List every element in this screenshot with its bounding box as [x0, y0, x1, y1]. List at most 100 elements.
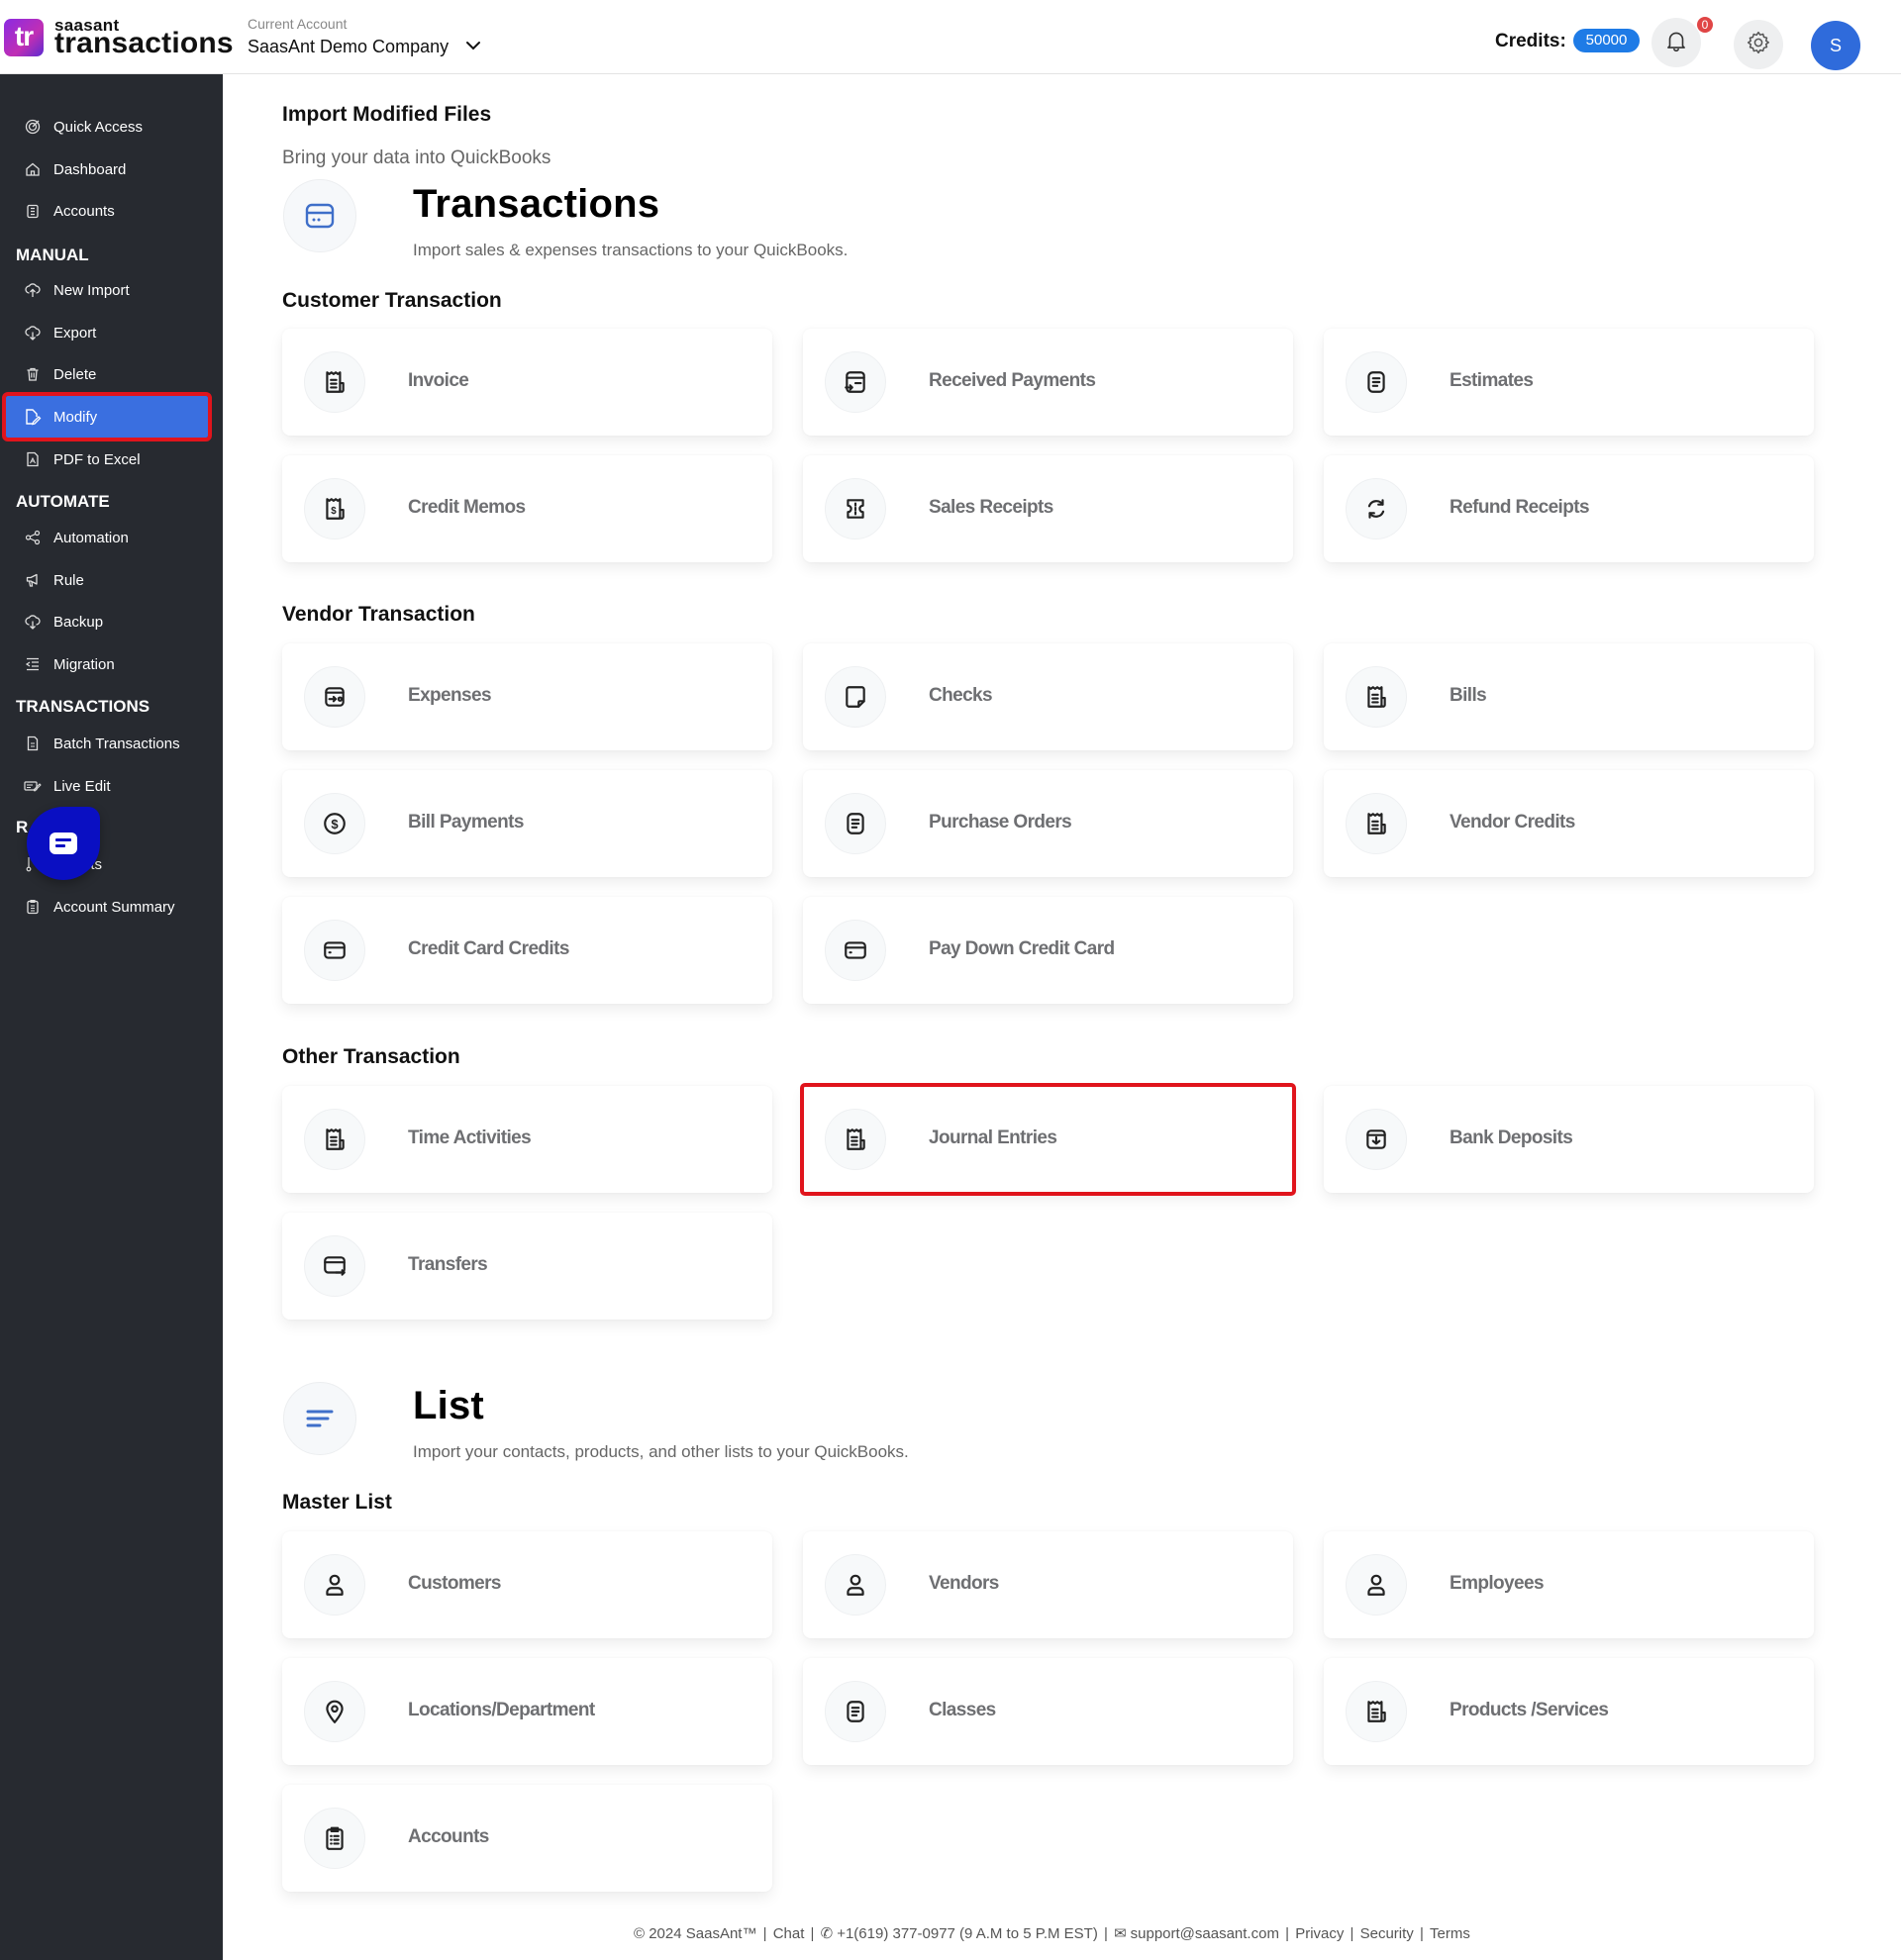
- card-label: Credit Memos: [408, 497, 526, 518]
- credits-badge: 50000: [1573, 29, 1640, 52]
- sidebar-item-dashboard[interactable]: Dashboard: [0, 151, 223, 187]
- card-refund-receipts[interactable]: Refund Receipts: [1324, 455, 1814, 562]
- transactions-description: Import sales & expenses transactions to …: [413, 241, 849, 259]
- card-label: Expenses: [408, 685, 492, 706]
- card-label: Checks: [929, 685, 993, 706]
- sidebar-item-account-summary[interactable]: Account Summary: [0, 889, 223, 925]
- wallet-arrow-icon: [304, 666, 365, 728]
- card-label: Accounts: [408, 1826, 489, 1847]
- sidebar-item-rule[interactable]: Rule: [0, 562, 223, 598]
- chat-widget-button[interactable]: [27, 807, 100, 880]
- card-vendors[interactable]: Vendors: [803, 1531, 1293, 1638]
- footer-chat-link[interactable]: Chat: [773, 1925, 805, 1942]
- footer-terms-link[interactable]: Terms: [1430, 1925, 1470, 1942]
- document-lines-icon: [825, 793, 886, 854]
- card-time-activities[interactable]: Time Activities: [282, 1086, 772, 1193]
- card-label: Classes: [929, 1700, 996, 1720]
- card-label: Estimates: [1450, 370, 1534, 391]
- list-description: Import your contacts, products, and othe…: [413, 1442, 909, 1461]
- card-purchase-orders[interactable]: Purchase Orders: [803, 770, 1293, 877]
- card-bank-deposits[interactable]: Bank Deposits: [1324, 1086, 1814, 1193]
- sidebar-item-new-import[interactable]: New Import: [0, 272, 223, 308]
- page-subtitle: Bring your data into QuickBooks: [282, 147, 551, 168]
- receipt-dollar-icon: $: [304, 478, 365, 539]
- sidebar-item-backup[interactable]: Backup: [0, 604, 223, 639]
- sidebar-item-modify[interactable]: Modify: [2, 392, 212, 441]
- card-vendor-credits[interactable]: Vendor Credits: [1324, 770, 1814, 877]
- card-employees[interactable]: Employees: [1324, 1531, 1814, 1638]
- top-header: tr saasant transactions Current Account …: [0, 0, 1901, 74]
- chat-icon: [50, 833, 77, 854]
- card-label: Bills: [1450, 685, 1487, 706]
- card-products-services[interactable]: Products /Services: [1324, 1658, 1814, 1765]
- receipt-icon: [304, 1109, 365, 1170]
- card-credit-memos[interactable]: $ Credit Memos: [282, 455, 772, 562]
- card-locations-department[interactable]: Locations/Department: [282, 1658, 772, 1765]
- sidebar-item-migration[interactable]: Migration: [0, 646, 223, 682]
- footer: © 2024 SaasAnt™ | Chat | ✆ +1(619) 377-09…: [634, 1925, 1470, 1942]
- card-bills[interactable]: Bills: [1324, 643, 1814, 750]
- sidebar-item-live-edit[interactable]: Live Edit: [0, 768, 223, 804]
- card-customers[interactable]: Customers: [282, 1531, 772, 1638]
- chevron-down-icon[interactable]: [463, 36, 483, 55]
- sidebar-item-export[interactable]: Export: [0, 315, 223, 350]
- svg-text:$: $: [331, 506, 337, 517]
- card-sales-receipts[interactable]: Sales Receipts: [803, 455, 1293, 562]
- user-icon: [825, 1554, 886, 1616]
- page-title: Import Modified Files: [282, 103, 492, 126]
- card-label: Vendors: [929, 1573, 999, 1594]
- user-avatar[interactable]: S: [1811, 21, 1860, 70]
- card-label: Refund Receipts: [1450, 497, 1590, 518]
- home-icon: [24, 160, 42, 178]
- transactions-title: Transactions: [413, 182, 660, 226]
- target-icon: [24, 118, 42, 136]
- sidebar-section-transactions: TRANSACTIONS: [16, 697, 150, 716]
- notification-count-badge: 0: [1697, 17, 1713, 33]
- sidebar-section-automate: AUTOMATE: [16, 492, 110, 511]
- credit-card-icon: [283, 179, 356, 252]
- sidebar-item-automation[interactable]: Automation: [0, 520, 223, 555]
- logo-product: transactions: [54, 27, 234, 59]
- card-label: Received Payments: [929, 370, 1096, 391]
- card-received-payments[interactable]: Received Payments: [803, 329, 1293, 436]
- sidebar-item-accounts[interactable]: Accounts: [0, 193, 223, 229]
- card-transfers[interactable]: Transfers: [282, 1213, 772, 1320]
- pdf-file-icon: [24, 450, 42, 468]
- sidebar-item-pdf-to-excel[interactable]: PDF to Excel: [0, 441, 223, 477]
- footer-copyright: © 2024 SaasAnt™: [634, 1925, 757, 1942]
- clipboard-icon: [24, 898, 42, 916]
- card-credit-card-credits[interactable]: Credit Card Credits: [282, 897, 772, 1004]
- sidebar-item-delete[interactable]: Delete: [0, 356, 223, 392]
- card-bill-payments[interactable]: $ Bill Payments: [282, 770, 772, 877]
- card-label: Purchase Orders: [929, 812, 1072, 833]
- user-icon: [304, 1554, 365, 1616]
- master-list-heading: Master List: [282, 1491, 392, 1514]
- footer-email-link[interactable]: support@saasant.com: [1131, 1925, 1279, 1942]
- notifications-button[interactable]: [1651, 18, 1701, 67]
- card-label: Bill Payments: [408, 812, 524, 833]
- sidebar-section-partial: R: [16, 818, 29, 836]
- card-journal-entries[interactable]: Journal Entries: [800, 1083, 1296, 1196]
- card-accounts[interactable]: Accounts: [282, 1785, 772, 1892]
- card-estimates[interactable]: Estimates: [1324, 329, 1814, 436]
- card-classes[interactable]: Classes: [803, 1658, 1293, 1765]
- ticket-icon: [825, 478, 886, 539]
- card-pay-down-credit-card[interactable]: Pay Down Credit Card: [803, 897, 1293, 1004]
- bell-icon: [1663, 28, 1689, 58]
- mail-icon: ✉: [1114, 1925, 1127, 1942]
- footer-security-link[interactable]: Security: [1360, 1925, 1414, 1942]
- account-selector[interactable]: SaasAnt Demo Company: [248, 37, 449, 57]
- vendor-transaction-heading: Vendor Transaction: [282, 603, 475, 626]
- gear-icon: [1746, 30, 1771, 60]
- card-invoice[interactable]: Invoice: [282, 329, 772, 436]
- edit-lines-icon: [24, 777, 42, 795]
- footer-privacy-link[interactable]: Privacy: [1295, 1925, 1344, 1942]
- settings-button[interactable]: [1734, 20, 1783, 69]
- cloud-download-icon: [24, 613, 42, 631]
- card-checks[interactable]: Checks: [803, 643, 1293, 750]
- card-label: Customers: [408, 1573, 501, 1594]
- credits-label: Credits:: [1495, 31, 1566, 51]
- sidebar-item-quick-access[interactable]: Quick Access: [0, 109, 223, 145]
- sidebar-item-batch-transactions[interactable]: Batch Transactions: [0, 726, 223, 761]
- card-expenses[interactable]: Expenses: [282, 643, 772, 750]
